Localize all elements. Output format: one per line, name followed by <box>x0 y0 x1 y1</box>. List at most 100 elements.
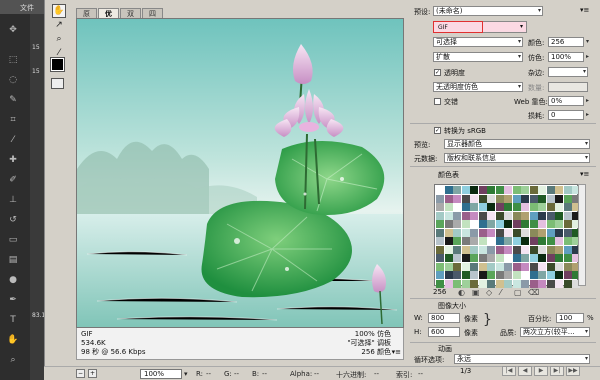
color-table-swatch[interactable] <box>444 194 453 203</box>
pen-tool-icon[interactable]: ✒ <box>7 294 19 306</box>
color-table-swatch[interactable] <box>478 220 487 228</box>
color-table-swatch[interactable] <box>512 262 521 271</box>
color-table-swatch[interactable] <box>478 203 487 211</box>
color-table-swatch[interactable] <box>487 254 495 262</box>
prev-frame-button[interactable]: ◀ <box>518 366 532 376</box>
slice-select-tool-icon[interactable]: ↗ <box>52 18 66 32</box>
healing-tool-icon[interactable]: ✚ <box>7 154 19 166</box>
color-table-swatch[interactable] <box>504 194 512 203</box>
color-table-swatch[interactable] <box>487 220 495 228</box>
color-table-swatch[interactable] <box>478 237 487 245</box>
gradient-tool-icon[interactable]: ▤ <box>7 254 19 266</box>
color-table-swatch[interactable] <box>453 228 461 237</box>
color-table-swatch[interactable] <box>461 186 470 194</box>
color-table-swatch[interactable] <box>563 194 572 203</box>
color-table-swatch[interactable] <box>487 271 495 279</box>
color-table-swatch[interactable] <box>555 271 563 279</box>
color-table-swatch[interactable] <box>478 245 487 254</box>
color-table-swatch[interactable] <box>504 220 512 228</box>
info-menu-icon[interactable]: ▾≡ <box>392 348 401 357</box>
color-table-swatch[interactable] <box>444 186 453 194</box>
color-table-swatch[interactable] <box>563 262 572 271</box>
color-table-swatch[interactable] <box>478 194 487 203</box>
color-table-swatch[interactable] <box>521 211 529 220</box>
color-table-swatch[interactable] <box>436 262 444 271</box>
color-table-swatch[interactable] <box>495 203 504 211</box>
color-table-swatch[interactable] <box>563 271 572 279</box>
lossy-input[interactable]: 0 <box>548 110 584 120</box>
optimized-image-preview[interactable] <box>76 18 404 328</box>
play-button[interactable]: ▶ <box>534 366 548 376</box>
color-table-swatch[interactable] <box>495 228 504 237</box>
map-color-icon[interactable]: ◐ <box>458 288 465 297</box>
color-table-swatch[interactable] <box>546 220 555 228</box>
color-table-swatch[interactable] <box>470 271 478 279</box>
color-table-swatch[interactable] <box>563 228 572 237</box>
height-input[interactable]: 600 <box>428 327 460 337</box>
color-table-swatch[interactable] <box>470 203 478 211</box>
last-frame-button[interactable]: ▶▶ <box>566 366 580 376</box>
color-table-swatch[interactable] <box>487 186 495 194</box>
color-table-swatch[interactable] <box>555 262 563 271</box>
lossy-slider-icon[interactable]: ▸ <box>586 111 589 118</box>
color-table-swatch[interactable] <box>563 186 572 194</box>
color-table-swatch[interactable] <box>538 186 546 194</box>
color-table-swatch[interactable] <box>436 271 444 279</box>
move-tool-icon[interactable]: ✥ <box>7 24 19 36</box>
color-table-swatch[interactable] <box>555 228 563 237</box>
color-table-swatch[interactable] <box>538 237 546 245</box>
color-table-swatch[interactable] <box>453 220 461 228</box>
color-table-swatch[interactable] <box>436 186 444 194</box>
loop-options-select[interactable]: 永远 ▾ <box>454 354 590 364</box>
toggle-slices-visibility-button[interactable] <box>51 78 64 89</box>
color-table-swatch[interactable] <box>495 220 504 228</box>
color-table-swatch[interactable] <box>470 186 478 194</box>
color-table-swatch[interactable] <box>444 237 453 245</box>
colors-input[interactable]: 256 <box>548 37 584 47</box>
zoom-level-select[interactable]: 100% <box>140 369 182 379</box>
color-table-swatch[interactable] <box>512 228 521 237</box>
web-shift-icon[interactable]: ◇ <box>486 288 492 297</box>
color-table-swatch[interactable] <box>529 254 538 262</box>
preview-select[interactable]: 显示器颜色 ▾ <box>444 139 590 149</box>
color-table-swatch[interactable] <box>436 211 444 220</box>
dither-algorithm-select[interactable]: 扩散 ▾ <box>433 52 523 62</box>
color-table-swatch[interactable] <box>470 254 478 262</box>
color-table-swatch[interactable] <box>546 228 555 237</box>
color-table-swatch[interactable] <box>529 262 538 271</box>
color-table-swatch[interactable] <box>521 203 529 211</box>
dither-input[interactable]: 100% <box>548 52 584 62</box>
color-table-swatch[interactable] <box>563 254 572 262</box>
color-table-swatch[interactable] <box>538 203 546 211</box>
matte-select[interactable]: ▾ <box>548 67 588 77</box>
color-table-swatch[interactable] <box>444 245 453 254</box>
color-table-swatch[interactable] <box>478 228 487 237</box>
color-table-swatch[interactable] <box>529 211 538 220</box>
ps-menu-file[interactable]: 文件 <box>20 3 34 13</box>
metadata-select[interactable]: 版权和联系信息 ▾ <box>444 153 590 163</box>
tab-2up[interactable]: 双联 <box>120 8 141 28</box>
color-table-swatch[interactable] <box>470 211 478 220</box>
color-table-swatch[interactable] <box>461 228 470 237</box>
color-table-swatch[interactable] <box>538 194 546 203</box>
color-table-swatch[interactable] <box>478 186 487 194</box>
transparency-dither-select[interactable]: 无透明度仿色 ▾ <box>433 82 523 92</box>
color-table-swatch[interactable] <box>529 220 538 228</box>
color-table-swatch[interactable] <box>512 220 521 228</box>
color-table-swatch[interactable] <box>478 211 487 220</box>
color-table-swatch[interactable] <box>538 228 546 237</box>
color-table-swatch[interactable] <box>504 211 512 220</box>
color-table-swatch[interactable] <box>504 186 512 194</box>
tab-optimized[interactable]: 优化 <box>98 8 119 28</box>
color-table-swatch[interactable] <box>444 220 453 228</box>
color-table-swatch[interactable] <box>555 203 563 211</box>
type-tool-icon[interactable]: T <box>7 314 19 326</box>
zoom-tool-icon[interactable]: ⌕ <box>52 32 66 46</box>
color-table-swatch[interactable] <box>555 245 563 254</box>
width-input[interactable]: 800 <box>428 313 460 323</box>
color-table-swatch[interactable] <box>546 186 555 194</box>
settings-menu-icon[interactable]: ▾≡ <box>580 6 589 14</box>
color-table-swatch[interactable] <box>555 220 563 228</box>
color-table-swatch[interactable] <box>495 211 504 220</box>
color-table-swatch[interactable] <box>529 237 538 245</box>
